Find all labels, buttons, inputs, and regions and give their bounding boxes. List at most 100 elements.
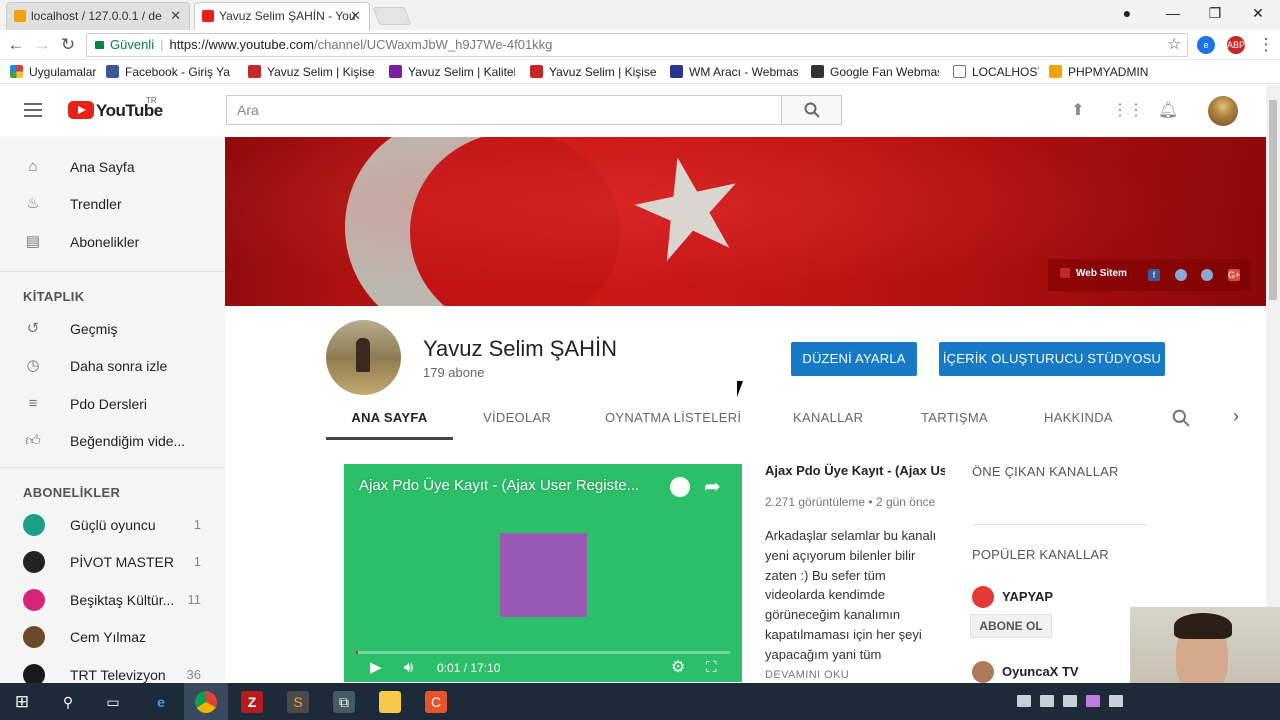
sidebar-item-channel[interactable]: Cem Yılmaz xyxy=(0,619,225,655)
tab-discussion[interactable]: TARTIŞMA xyxy=(921,400,988,440)
tray-icon[interactable] xyxy=(1040,695,1054,707)
keyboard-icon[interactable] xyxy=(1109,695,1123,707)
sidebar-item-subscriptions[interactable]: ▤ Abonelikler xyxy=(0,224,225,260)
website-link[interactable]: Web Sitem xyxy=(1076,268,1127,279)
bookmark-localhost[interactable]: LOCALHOST xyxy=(953,64,1039,80)
video-title-link[interactable]: Ajax Pdo Üye Kayıt - (Ajax Us... xyxy=(765,463,945,478)
player-title[interactable]: Ajax Pdo Üye Kayıt - (Ajax User Registe.… xyxy=(359,477,639,494)
sidebar-item-channel[interactable]: PİVOT MASTER 1 xyxy=(0,544,225,580)
website-link-icon[interactable] xyxy=(1060,268,1070,278)
tab-about[interactable]: HAKKINDA xyxy=(1044,400,1113,440)
pen-icon[interactable] xyxy=(1086,695,1100,707)
globe-icon[interactable] xyxy=(1201,269,1213,281)
network-app-icon[interactable]: ⧉ xyxy=(333,691,355,713)
bookmark-google-fan[interactable]: Google Fan Webmaste xyxy=(811,64,939,80)
tray-icon[interactable] xyxy=(1017,695,1031,707)
adblock-extension-icon[interactable]: ABP xyxy=(1227,36,1245,54)
unread-count: 1 xyxy=(193,554,201,569)
bookmark-yavuz-1[interactable]: Yavuz Selim | Kişisel xyxy=(248,64,374,80)
play-icon[interactable]: ▶ xyxy=(370,660,382,676)
search-input[interactable]: Ara xyxy=(226,95,782,125)
window-close-icon[interactable]: ✕ xyxy=(1238,2,1278,26)
sidebar-item-liked-videos[interactable]: 👍︎ Beğendiğim vide... xyxy=(0,423,225,459)
sidebar-item-trending[interactable]: ♨ Trendler xyxy=(0,186,225,222)
sidebar-item-channel[interactable]: TRT Televizyon 36 xyxy=(0,657,225,683)
scrollbar-thumb[interactable] xyxy=(1269,100,1277,300)
forward-arrow-icon[interactable]: → xyxy=(32,35,52,55)
browser-tab-youtube[interactable]: Yavuz Selim ŞAHİN - You ✕ xyxy=(194,2,370,30)
channel-avatar xyxy=(23,514,45,536)
bookmark-yavuz-2[interactable]: Yavuz Selim | Kaliteli xyxy=(389,64,515,80)
facebook-icon[interactable]: f xyxy=(1148,269,1160,281)
windows-start-icon[interactable]: ⊞ xyxy=(11,691,33,713)
address-bar[interactable]: Güvenli | https://www.youtube.com/channel/… xyxy=(86,33,1188,57)
close-icon[interactable]: ✕ xyxy=(350,3,361,29)
channel-avatar xyxy=(23,589,45,611)
upload-icon[interactable]: ⬆ xyxy=(1067,100,1089,122)
notifications-bell-icon[interactable]: 🔔︎ xyxy=(1157,100,1179,122)
sublime-text-icon[interactable]: S xyxy=(287,691,309,713)
sidebar-item-home[interactable]: ⌂ Ana Sayfa xyxy=(0,149,225,185)
tab-channels[interactable]: KANALLAR xyxy=(793,400,863,440)
subscribe-button[interactable]: ABONE OL xyxy=(970,614,1052,638)
minimize-icon[interactable]: — xyxy=(1153,2,1193,26)
bookmarks-bar: Uygulamalar Facebook - Giriş Yap Yavuz S… xyxy=(0,60,1280,84)
search-icon xyxy=(804,102,820,118)
tab-videos[interactable]: VİDEOLAR xyxy=(483,400,551,440)
customize-layout-button[interactable]: DÜZENİ AYARLA xyxy=(791,342,917,376)
bookmark-star-icon[interactable]: ☆ xyxy=(1168,34,1181,56)
search-button[interactable] xyxy=(781,95,842,125)
tray-icon[interactable] xyxy=(1063,695,1077,707)
close-icon[interactable]: ✕ xyxy=(170,3,181,29)
fullscreen-icon[interactable]: ⛶ xyxy=(706,660,717,676)
bookmark-facebook[interactable]: Facebook - Giriş Yap xyxy=(106,64,230,80)
video-player[interactable]: Ajax Pdo Üye Kayıt - (Ajax User Registe.… xyxy=(344,464,742,682)
page-scrollbar[interactable] xyxy=(1266,85,1280,683)
browser-tab-phpmyadmin[interactable]: localhost / 127.0.0.1 / de ✕ xyxy=(6,2,190,30)
search-icon[interactable]: ⚲ xyxy=(57,691,79,713)
camtasia-icon[interactable]: C xyxy=(425,691,447,713)
channel-search-icon[interactable] xyxy=(1172,409,1190,427)
watch-later-icon[interactable] xyxy=(670,477,690,497)
sidebar-item-channel[interactable]: Güçlü oyuncu 1 xyxy=(0,507,225,543)
sidebar-item-history[interactable]: ↺ Geçmiş xyxy=(0,311,225,347)
globe-icon[interactable] xyxy=(1175,269,1187,281)
channel-tabs: ANA SAYFA VİDEOLAR OYNATMA LİSTELERİ KAN… xyxy=(326,400,1251,440)
edge-browser-icon[interactable]: e xyxy=(150,691,172,713)
menu-dots-icon[interactable]: ⋮ xyxy=(1256,35,1276,55)
bookmark-yavuz-3[interactable]: Yavuz Selim | Kişisel B xyxy=(530,64,656,80)
mouse-cursor xyxy=(737,381,743,397)
settings-gear-icon[interactable]: ⚙ xyxy=(671,660,685,676)
sidebar-item-channel[interactable]: Beşiktaş Kültür... 11 xyxy=(0,582,225,618)
bookmark-phpmyadmin[interactable]: PHPMYADMIN xyxy=(1049,64,1149,80)
bookmark-apps[interactable]: Uygulamalar xyxy=(10,64,100,80)
google-plus-icon[interactable]: G+ xyxy=(1228,269,1240,281)
account-avatar[interactable] xyxy=(1208,96,1238,126)
hamburger-menu-icon[interactable] xyxy=(24,103,42,117)
channel-avatar-large[interactable] xyxy=(326,320,401,395)
logo-region: TR xyxy=(146,96,157,105)
file-explorer-icon[interactable] xyxy=(379,691,401,713)
creator-studio-button[interactable]: İÇERİK OLUŞTURUCU STÜDYOSU xyxy=(939,342,1165,376)
chevron-right-icon[interactable]: › xyxy=(1233,406,1239,427)
browser-tab-title: Yavuz Selim ŞAHİN - You xyxy=(219,9,356,23)
tab-home[interactable]: ANA SAYFA xyxy=(326,400,453,440)
share-icon[interactable]: ➦ xyxy=(704,474,721,499)
new-tab-button[interactable] xyxy=(372,7,412,25)
progress-bar[interactable] xyxy=(356,651,730,654)
volume-icon[interactable]: 🔊︎ xyxy=(404,660,413,676)
task-view-icon[interactable]: ▭ xyxy=(102,691,124,713)
sidebar-item-watch-later[interactable]: ◷ Daha sonra izle xyxy=(0,348,225,384)
apps-icon[interactable]: ⋮⋮ xyxy=(1112,100,1144,122)
reload-icon[interactable]: ↻ xyxy=(58,35,78,55)
chrome-browser-icon[interactable] xyxy=(195,691,217,713)
sidebar-item-pdo-dersleri[interactable]: ≡ Pdo Dersleri xyxy=(0,386,225,422)
read-more-link[interactable]: DEVAMINI OKU xyxy=(765,669,849,681)
tab-playlists[interactable]: OYNATMA LİSTELERİ xyxy=(605,400,741,440)
bookmark-wm-araci[interactable]: WM Aracı - Webmast xyxy=(670,64,798,80)
extension-icon[interactable]: e xyxy=(1197,36,1215,54)
profile-icon[interactable]: ● xyxy=(1107,2,1147,26)
filezilla-icon[interactable]: Z xyxy=(241,691,263,713)
back-arrow-icon[interactable]: ← xyxy=(6,35,26,55)
maximize-icon[interactable]: ❐ xyxy=(1195,2,1235,26)
